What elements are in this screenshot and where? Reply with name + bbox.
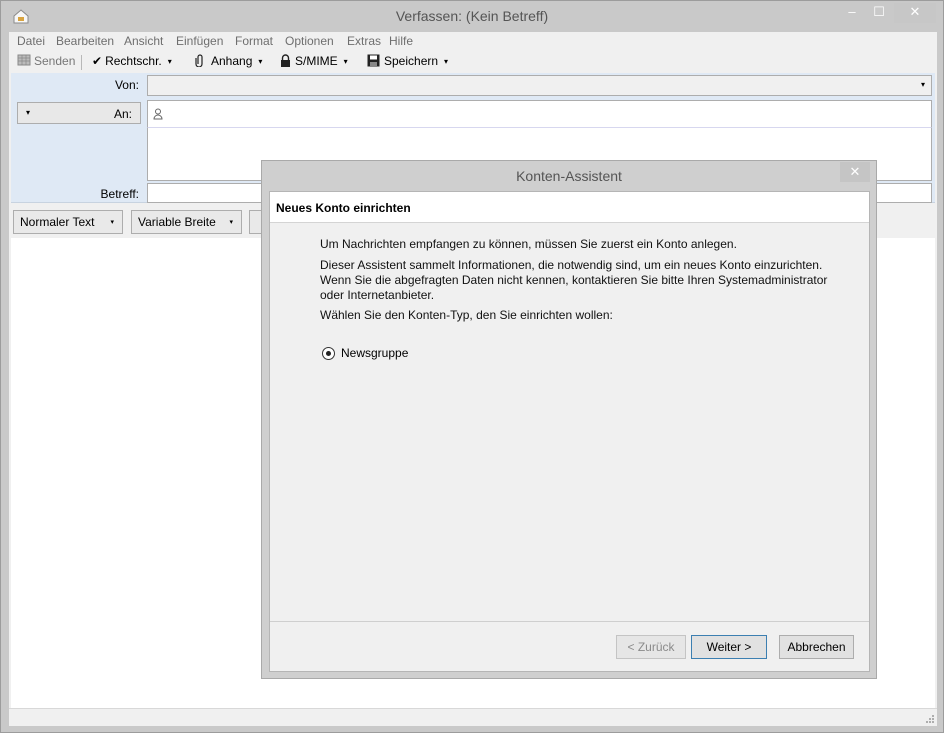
- menu-bearbeiten[interactable]: Bearbeiten: [56, 34, 114, 48]
- paragraph-format-label: Normaler Text: [20, 215, 95, 229]
- minimize-button[interactable]: –: [837, 3, 867, 23]
- from-select[interactable]: ▾: [147, 75, 932, 96]
- dialog-content: Neues Konto einrichten Um Nachrichten em…: [269, 191, 870, 672]
- menu-einfuegen[interactable]: Einfügen: [176, 34, 223, 48]
- chevron-down-icon[interactable]: ▾: [344, 57, 348, 66]
- window-title: Verfassen: (Kein Betreff): [395, 8, 549, 24]
- font-label: Variable Breite: [138, 215, 216, 229]
- font-select[interactable]: Variable Breite ▾: [131, 210, 242, 234]
- dialog-title: Konten-Assistent: [516, 168, 622, 184]
- intro-text: Um Nachrichten empfangen zu können, müss…: [320, 237, 737, 251]
- toolbar: Senden ✔ Rechtschr. ▾ Anhang ▾ S/MIME ▾ Spei…: [9, 51, 937, 73]
- chevron-down-icon: ▾: [26, 108, 31, 117]
- save-label: Speichern: [384, 54, 439, 68]
- send-icon: [17, 54, 31, 66]
- title-bar[interactable]: Verfassen: (Kein Betreff) – ☐ ✕: [1, 1, 943, 32]
- menu-extras[interactable]: Extras: [347, 34, 381, 48]
- menu-bar: Datei Bearbeiten Ansicht Einfügen Format…: [9, 32, 937, 51]
- maximize-button[interactable]: ☐: [865, 3, 893, 23]
- subject-label: Betreff:: [100, 187, 139, 201]
- next-button[interactable]: Weiter >: [691, 635, 767, 659]
- info-text-line-3: oder Internetanbieter.: [320, 288, 435, 302]
- smime-label: S/MIME: [295, 54, 338, 68]
- menu-ansicht[interactable]: Ansicht: [124, 34, 163, 48]
- save-button[interactable]: Speichern ▾: [367, 54, 448, 68]
- dialog-heading: Neues Konto einrichten: [276, 201, 411, 215]
- attach-button[interactable]: Anhang ▾: [195, 54, 262, 68]
- menu-datei[interactable]: Datei: [17, 34, 45, 48]
- menu-optionen[interactable]: Optionen: [285, 34, 334, 48]
- account-wizard-dialog: Konten-Assistent ✕ Neues Konto einrichte…: [261, 160, 877, 679]
- menu-format[interactable]: Format: [235, 34, 273, 48]
- dialog-divider: [270, 621, 869, 622]
- spellcheck-label: Rechtschr.: [105, 54, 162, 68]
- spellcheck-button[interactable]: ✔ Rechtschr. ▾: [92, 54, 172, 68]
- chevron-down-icon[interactable]: ▾: [168, 57, 172, 66]
- send-button[interactable]: Senden: [17, 54, 75, 68]
- recipient-type-select[interactable]: ▾ An:: [17, 102, 141, 124]
- info-text-line-2: Wenn Sie die abgefragten Daten nicht ken…: [320, 273, 828, 287]
- to-label: An:: [113, 107, 132, 121]
- choose-type-text: Wählen Sie den Konten-Typ, den Sie einri…: [320, 308, 613, 322]
- chevron-down-icon[interactable]: ▾: [258, 57, 262, 66]
- to-input[interactable]: [147, 100, 932, 128]
- chevron-down-icon: ▾: [110, 219, 114, 226]
- from-label: Von:: [114, 78, 139, 92]
- dialog-close-button[interactable]: ✕: [840, 162, 870, 182]
- paragraph-format-select[interactable]: Normaler Text ▾: [13, 210, 123, 234]
- paperclip-icon: [195, 54, 203, 68]
- close-button[interactable]: ✕: [894, 3, 936, 23]
- smime-button[interactable]: S/MIME ▾: [280, 54, 348, 68]
- info-text-line-1: Dieser Assistent sammelt Informationen, …: [320, 258, 823, 272]
- attach-label: Anhang: [211, 54, 253, 68]
- resize-grip-icon[interactable]: [925, 714, 935, 724]
- chevron-down-icon: ▾: [229, 219, 233, 226]
- contact-icon: [153, 108, 163, 120]
- cancel-button[interactable]: Abbrechen: [779, 635, 854, 659]
- newsgroup-radio[interactable]: [322, 347, 335, 360]
- chevron-down-icon: ▾: [920, 80, 925, 89]
- back-button[interactable]: < Zurück: [616, 635, 686, 659]
- send-label: Senden: [34, 54, 76, 68]
- newsgroup-radio-label[interactable]: Newsgruppe: [341, 346, 408, 360]
- menu-hilfe[interactable]: Hilfe: [389, 34, 413, 48]
- checkmark-icon: ✔: [92, 54, 103, 68]
- chevron-down-icon[interactable]: ▾: [444, 57, 448, 66]
- floppy-disk-icon: [367, 54, 380, 67]
- lock-icon: [281, 54, 290, 67]
- status-bar: [9, 708, 937, 726]
- dialog-header: Neues Konto einrichten: [270, 192, 869, 223]
- toolbar-separator: [81, 55, 82, 70]
